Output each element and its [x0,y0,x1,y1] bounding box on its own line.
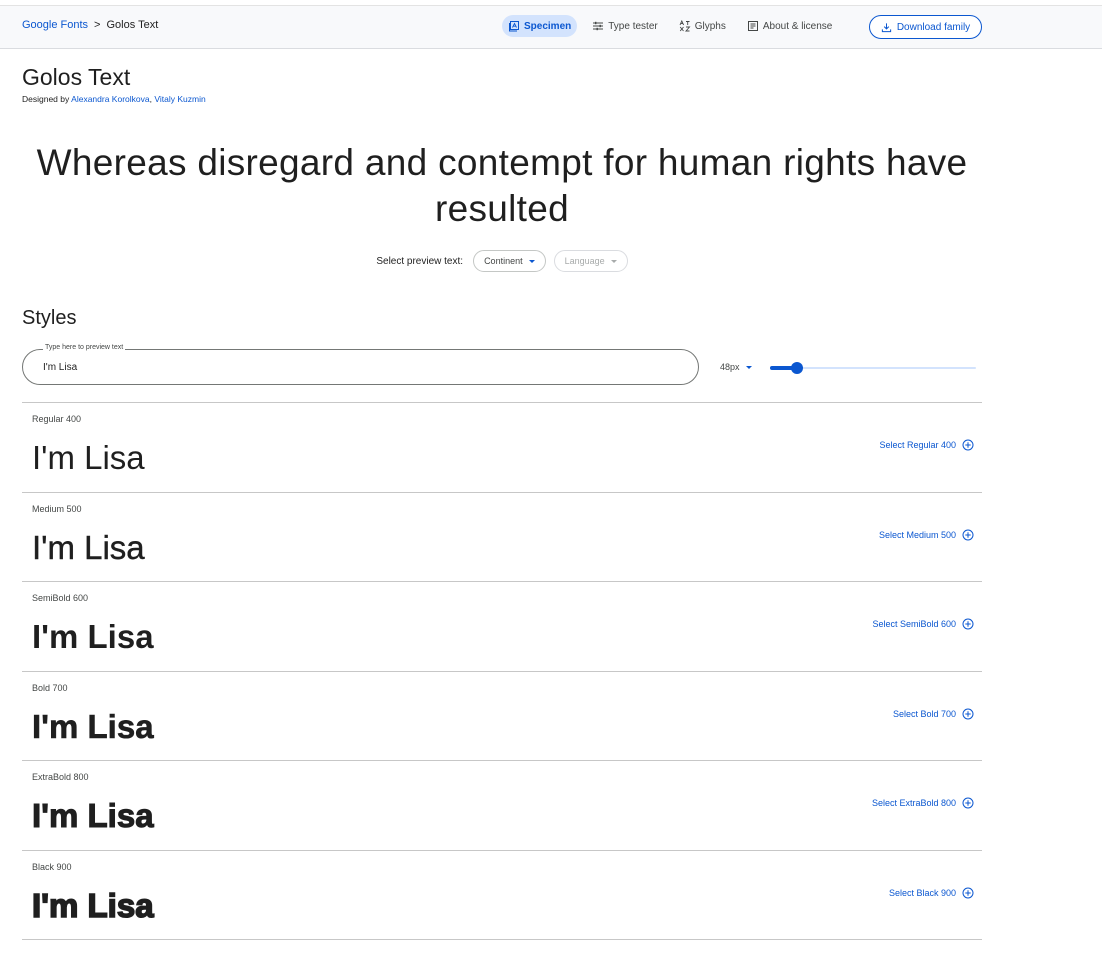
font-size-slider[interactable] [770,362,976,374]
font-size-dropdown[interactable]: 48px [720,362,752,372]
select-semibold-600-button[interactable]: Select SemiBold 600 [872,618,974,630]
style-row-black-900: Black 900 I'm Lisa Select Black 900 [22,849,982,940]
preview-text-selector: Select preview text: Continent Language [0,250,1004,272]
add-circle-icon [962,529,974,540]
language-dropdown-label: Language [564,256,605,266]
select-style-label: Select SemiBold 600 [872,619,956,629]
tab-glyphs-label: Glyphs [694,20,726,32]
continent-dropdown-label: Continent [484,256,523,266]
add-circle-icon [962,618,974,630]
preview-text-input[interactable]: Type here to preview text I'm Lisa [22,344,699,385]
add-circle-icon [962,439,974,451]
breadcrumb-separator: > [94,19,101,31]
style-sample: I'm Lisa [32,528,145,566]
select-extrabold-800-button[interactable]: Select ExtraBold 800 [872,797,974,809]
font-size-label: 48px [720,362,740,372]
style-name: Regular 400 [32,414,82,424]
style-sample: I'm Lisa [31,796,154,834]
add-circle-icon [962,708,974,719]
style-row-semibold-600: SemiBold 600 I'm Lisa Select SemiBold 60… [22,581,982,671]
breadcrumb-current: Golos Text [106,19,159,31]
select-style-label: Select Regular 400 [879,440,956,450]
tab-specimen[interactable]: Specimen [502,15,578,37]
preview-text-input-label: Type here to preview text [43,344,126,351]
style-name: Medium 500 [32,503,82,514]
top-bar: Google Fonts > Golos Text Specimen Type … [0,5,1102,49]
select-bold-700-button[interactable]: Select Bold 700 [893,708,974,720]
tab-about-license-label: About & license [762,20,833,32]
download-family-label: Download family [896,21,971,33]
chevron-down-icon [745,365,752,369]
add-circle-icon [962,797,974,809]
designer-link-kuzmin[interactable]: Vitaly Kuzmin [154,94,205,104]
download-family-button[interactable]: Download family [869,15,982,39]
article-icon [747,21,758,31]
style-row-regular-400: Regular 400 I'm Lisa Select Regular 400 [22,402,982,492]
select-style-label: Select Medium 500 [878,529,956,540]
preview-text-input-value[interactable]: I'm Lisa [43,362,77,373]
tab-about-license[interactable]: About & license [741,15,839,37]
font-family-title: Golos Text [22,64,131,90]
styles-list: Regular 400 I'm Lisa Select Regular 400 … [22,402,982,940]
designed-by-label: Designed by [22,94,70,104]
specimen-icon [509,21,519,32]
style-sample: I'm Lisa [32,439,145,476]
style-row-medium-500: Medium 500 I'm Lisa Select Medium 500 [22,491,982,582]
select-style-label: Select ExtraBold 800 [871,798,956,808]
designer-credits: Designed by Alexandra Korolkova, Vitaly … [22,94,206,104]
tab-bar: Specimen Type tester Glyphs About & lice… [502,15,847,37]
language-dropdown[interactable]: Language [553,250,628,272]
breadcrumb-google-fonts-link[interactable]: Google Fonts [22,19,88,31]
style-row-extrabold-800: ExtraBold 800 I'm Lisa Select ExtraBold … [22,760,982,850]
continent-dropdown[interactable]: Continent [473,250,546,272]
add-circle-icon [962,887,974,898]
style-sample: I'm Lisa [31,886,154,925]
chevron-down-icon [528,259,535,263]
glyphs-icon [679,20,691,32]
breadcrumb: Google Fonts > Golos Text [22,19,158,31]
tab-glyphs[interactable]: Glyphs [673,15,732,37]
select-style-label: Select Bold 700 [892,708,956,719]
preview-text-label: Select preview text: [376,255,464,267]
style-row-bold-700: Bold 700 I'm Lisa Select Bold 700 [22,670,982,761]
select-black-900-button[interactable]: Select Black 900 [889,887,974,899]
select-regular-400-button[interactable]: Select Regular 400 [879,439,974,451]
select-style-label: Select Black 900 [888,887,956,898]
tune-icon [593,21,604,31]
select-medium-500-button[interactable]: Select Medium 500 [879,529,974,541]
tab-specimen-label: Specimen [524,20,572,32]
designer-link-korolkova[interactable]: Alexandra Korolkova [71,94,149,104]
style-name: SemiBold 600 [32,593,89,603]
style-sample: I'm Lisa [32,707,154,745]
style-name: ExtraBold 800 [32,772,89,782]
tab-type-tester-label: Type tester [608,20,658,32]
style-sample: I'm Lisa [32,618,154,655]
chevron-down-icon [610,259,617,263]
download-icon [881,22,891,32]
tab-type-tester[interactable]: Type tester [586,15,663,37]
slider-thumb[interactable] [790,362,803,374]
hero-preview-text: Whereas disregard and contempt for human… [36,142,968,229]
styles-heading: Styles [22,307,77,329]
style-name: Black 900 [32,861,72,872]
designer-separator: , [149,94,152,104]
style-name: Bold 700 [32,682,68,693]
